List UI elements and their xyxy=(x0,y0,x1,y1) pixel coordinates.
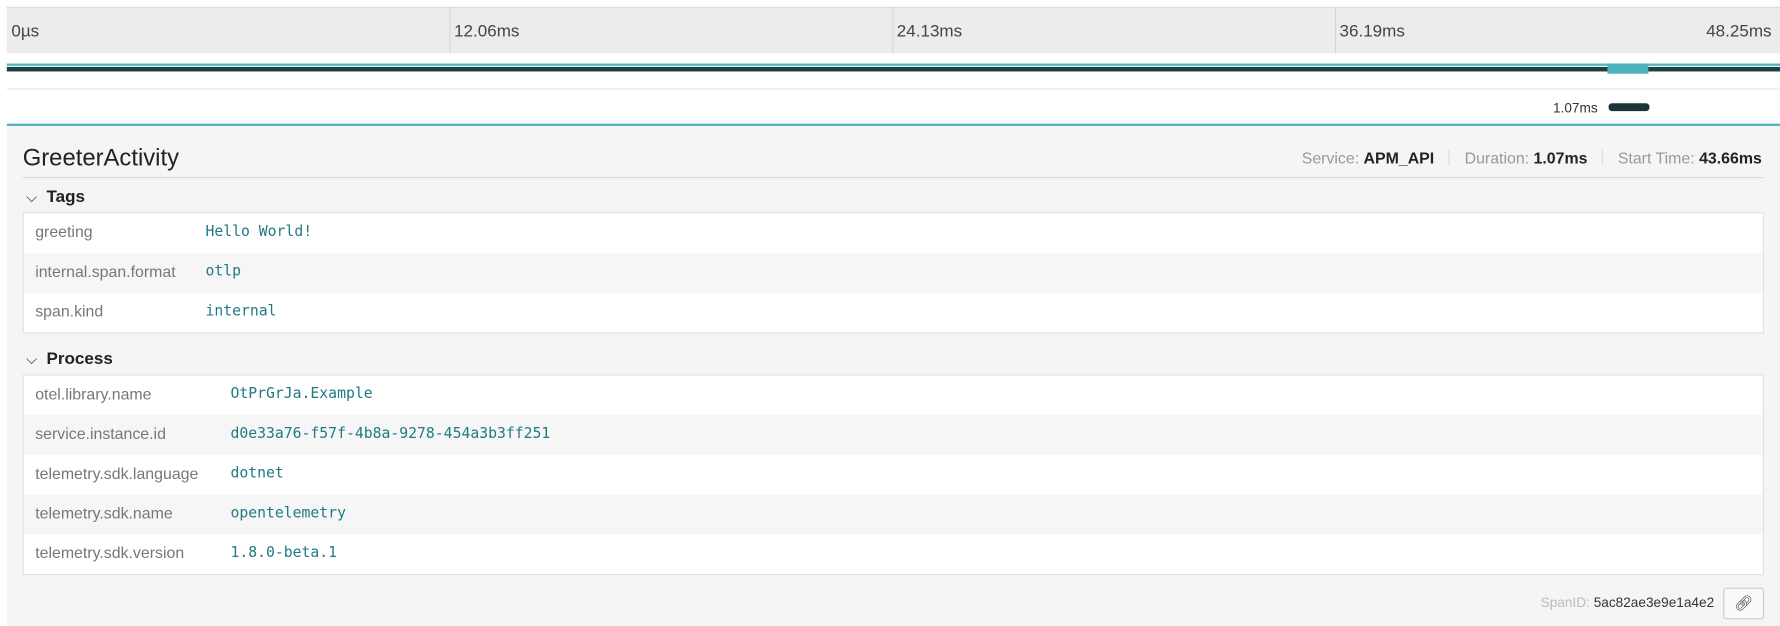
trace-minimap[interactable] xyxy=(6,53,1780,88)
span-id-value: 5ac82ae3e9e1a4e2 xyxy=(1593,594,1715,611)
tick-label: 36.19ms xyxy=(1339,21,1405,41)
process-row: telemetry.sdk.version 1.8.0-beta.1 xyxy=(24,534,1763,574)
tag-key: greeting xyxy=(35,222,93,241)
tag-row: internal.span.format otlp xyxy=(23,252,1763,293)
chevron-down-icon: ⌵ xyxy=(26,350,38,368)
tag-key: span.kind xyxy=(35,301,104,320)
span-meta: Service: APM_API Duration: 1.07ms Start … xyxy=(1302,149,1762,167)
tick-label: 24.13ms xyxy=(896,21,963,41)
process-value: d0e33a76-f57f-4b8a-9278-454a3b3ff251 xyxy=(230,425,551,443)
process-key: service.instance.id xyxy=(35,424,166,443)
process-section-toggle[interactable]: ⌵ Process xyxy=(26,349,113,368)
process-row: telemetry.sdk.language dotnet xyxy=(24,455,1763,495)
link-icon: 🔗︎ xyxy=(1734,594,1754,612)
process-heading: Process xyxy=(46,349,113,369)
minimap-track xyxy=(6,63,1780,66)
duration-value: 1.07ms xyxy=(1533,148,1588,167)
process-row: telemetry.sdk.name opentelemetry xyxy=(23,494,1763,535)
process-table: otel.library.name OtPrGrJa.Example servi… xyxy=(22,374,1765,576)
process-key: telemetry.sdk.version xyxy=(35,543,185,562)
tags-heading: Tags xyxy=(46,187,86,207)
process-key: otel.library.name xyxy=(35,384,152,403)
span-bar[interactable] xyxy=(1608,103,1650,112)
start-time-value: 43.66ms xyxy=(1699,148,1762,167)
duration-label: Duration: xyxy=(1464,148,1530,167)
process-value: opentelemetry xyxy=(230,504,346,522)
tag-value: otlp xyxy=(205,263,242,281)
tag-row: span.kind internal xyxy=(24,293,1763,333)
process-value: OtPrGrJa.Example xyxy=(230,385,373,403)
copy-link-button[interactable]: 🔗︎ xyxy=(1723,587,1765,620)
tags-section-toggle[interactable]: ⌵ Tags xyxy=(26,187,85,206)
tag-row: greeting Hello World! xyxy=(24,213,1763,253)
service-label: Service: xyxy=(1301,148,1360,167)
tick-label: 12.06ms xyxy=(454,21,520,41)
span-title: GreeterActivity xyxy=(22,145,180,172)
span-duration-label: 1.07ms xyxy=(1552,99,1598,116)
process-key: telemetry.sdk.name xyxy=(35,503,173,522)
tick-label: 0µs xyxy=(11,21,40,41)
divider xyxy=(22,176,1765,179)
divider xyxy=(1602,149,1604,166)
tag-value: Hello World! xyxy=(205,223,313,241)
tag-value: internal xyxy=(205,302,277,320)
span-id-label: SpanID: xyxy=(1540,594,1590,611)
minimap-viewport[interactable] xyxy=(1607,63,1649,74)
minimap-span-line xyxy=(6,66,1780,72)
process-row: otel.library.name OtPrGrJa.Example xyxy=(24,376,1763,416)
span-id: SpanID: 5ac82ae3e9e1a4e2 xyxy=(1541,594,1714,610)
tick-label: 48.25ms xyxy=(1706,21,1772,41)
divider xyxy=(1448,149,1450,166)
process-value: 1.8.0-beta.1 xyxy=(230,544,338,562)
process-key: telemetry.sdk.language xyxy=(35,464,199,483)
span-detail-panel: GreeterActivity Service: APM_API Duratio… xyxy=(6,123,1780,626)
start-time-label: Start Time: xyxy=(1617,148,1695,167)
tag-key: internal.span.format xyxy=(35,262,176,281)
chevron-down-icon: ⌵ xyxy=(26,188,38,206)
process-row: service.instance.id d0e33a76-f57f-4b8a-9… xyxy=(23,415,1763,455)
tags-table: greeting Hello World! internal.span.form… xyxy=(22,212,1765,334)
process-value: dotnet xyxy=(230,465,284,483)
service-value: APM_API xyxy=(1363,148,1435,167)
span-row[interactable]: 1.07ms xyxy=(6,88,1780,124)
